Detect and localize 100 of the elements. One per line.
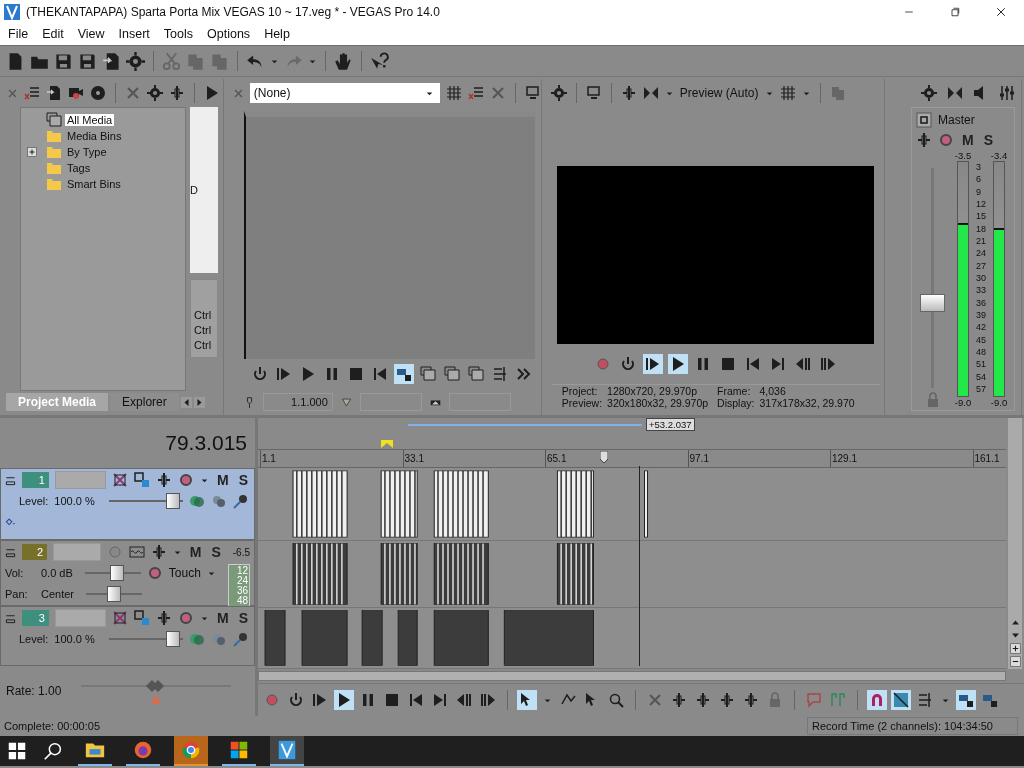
disc-icon[interactable] <box>90 85 106 101</box>
video-event[interactable] <box>556 470 594 538</box>
solo-button[interactable]: S <box>209 544 223 560</box>
monitor-icon[interactable] <box>585 85 602 101</box>
split-icon[interactable] <box>156 610 172 626</box>
effects-icon[interactable] <box>178 610 194 626</box>
play-start-icon[interactable] <box>275 366 292 382</box>
stop-icon[interactable] <box>384 692 400 708</box>
menu-item[interactable]: Options <box>201 27 259 41</box>
preview-quality-dropdown[interactable]: Preview (Auto) <box>679 86 759 100</box>
pan-crop-icon[interactable] <box>134 472 150 488</box>
media-icon[interactable] <box>467 366 484 382</box>
import-icon[interactable] <box>46 85 62 101</box>
marker-icon[interactable] <box>806 692 822 708</box>
split-icon[interactable] <box>150 544 167 560</box>
tree-item[interactable]: Tags <box>65 162 93 174</box>
browser-icon[interactable] <box>132 739 154 761</box>
zoom-icon[interactable] <box>608 692 624 708</box>
collapse-icon[interactable] <box>5 612 16 624</box>
video-event[interactable] <box>433 470 489 538</box>
split-icon[interactable] <box>916 132 932 148</box>
marker-flag-icon[interactable] <box>381 440 393 448</box>
plus-icon[interactable] <box>1009 643 1021 654</box>
pan-crop-icon[interactable] <box>134 610 150 626</box>
square-icon[interactable] <box>916 112 932 128</box>
next-frame-icon[interactable] <box>820 356 837 372</box>
automation-dropdown[interactable]: Touch <box>168 566 201 580</box>
play-start-icon[interactable] <box>645 356 662 372</box>
hand-icon[interactable] <box>334 51 353 71</box>
horizontal-scrollbar[interactable] <box>258 671 1006 681</box>
expand-icon[interactable] <box>27 147 37 157</box>
slider-handle[interactable] <box>110 565 124 581</box>
tree-item[interactable]: Media Bins <box>65 130 124 142</box>
solo-button[interactable]: S <box>981 132 995 148</box>
menu-item[interactable]: View <box>71 27 113 41</box>
split-icon[interactable] <box>743 692 759 708</box>
browser-icon[interactable] <box>180 739 202 761</box>
parent-icon[interactable] <box>232 631 249 647</box>
split-icon[interactable] <box>620 85 637 101</box>
vertical-scrollbar[interactable] <box>1008 418 1022 669</box>
list-icon[interactable] <box>467 85 484 101</box>
camera-icon[interactable] <box>68 85 84 101</box>
fader-handle[interactable] <box>920 294 946 312</box>
tree-item[interactable]: By Type <box>65 146 109 158</box>
waveform-icon[interactable] <box>128 544 145 560</box>
video-event[interactable] <box>644 470 648 538</box>
track-header[interactable]: 3 M S Level: 100.0 % <box>0 606 255 666</box>
magnet-icon[interactable] <box>869 692 885 708</box>
minus-icon[interactable] <box>1009 656 1021 667</box>
rate-handle[interactable] <box>146 680 165 704</box>
previous-frame-icon[interactable] <box>456 692 472 708</box>
list-icon[interactable] <box>24 85 40 101</box>
audio-event[interactable] <box>557 543 594 605</box>
solo-button[interactable]: S <box>236 472 250 488</box>
go-to-end-icon[interactable] <box>432 692 448 708</box>
slider-handle[interactable] <box>165 493 180 509</box>
go-to-start-icon[interactable] <box>371 366 388 382</box>
next-frame-icon[interactable] <box>480 692 496 708</box>
app-logo-icon[interactable] <box>276 739 298 761</box>
tree-item[interactable]: All Media <box>65 114 115 126</box>
effects-icon[interactable] <box>938 132 954 148</box>
split-icon[interactable] <box>671 692 687 708</box>
stop-icon[interactable] <box>347 366 364 382</box>
track-name-field[interactable] <box>54 471 106 489</box>
split-icon[interactable] <box>695 692 711 708</box>
video-event[interactable] <box>292 470 348 538</box>
media-icon[interactable] <box>443 366 460 382</box>
solo-button[interactable]: S <box>236 610 250 626</box>
tree-item[interactable]: Smart Bins <box>65 178 123 190</box>
monitor-icon[interactable] <box>524 85 541 101</box>
save-icon[interactable] <box>54 51 73 71</box>
start-icon[interactable] <box>6 740 28 762</box>
grid-icon[interactable] <box>779 85 796 101</box>
close-icon[interactable] <box>995 5 1007 18</box>
slider-handle[interactable] <box>107 586 122 602</box>
media-dropdown[interactable]: (None) <box>249 83 440 103</box>
effects-icon[interactable] <box>178 472 194 488</box>
crossfade-icon[interactable] <box>893 692 909 708</box>
track-header[interactable]: 1 M S Level: 100.0 % <box>0 468 255 540</box>
import-icon[interactable] <box>102 51 121 71</box>
playhead-icon[interactable] <box>600 451 608 463</box>
keyframe-icon[interactable] <box>5 516 16 528</box>
mute-button[interactable]: M <box>960 132 976 148</box>
bowtie-icon[interactable] <box>947 85 963 101</box>
go-to-end-icon[interactable] <box>770 356 787 372</box>
play-icon[interactable] <box>670 356 687 372</box>
play-icon[interactable] <box>336 692 352 708</box>
panel-tab[interactable]: Explorer <box>110 393 179 411</box>
help-icon[interactable] <box>370 51 389 71</box>
compositing-icon[interactable] <box>112 472 128 488</box>
ripple-icon[interactable] <box>917 692 933 708</box>
track-name-field[interactable] <box>53 543 101 561</box>
position-field[interactable]: 1.1.000 <box>262 393 333 411</box>
menu-item[interactable]: File <box>2 27 37 41</box>
bypass-icon[interactable] <box>188 493 205 509</box>
mute-button[interactable]: M <box>215 610 231 626</box>
mute-button[interactable]: M <box>187 544 204 560</box>
grid-icon[interactable] <box>445 85 462 101</box>
tiles-icon[interactable] <box>228 739 250 761</box>
track-header[interactable]: 2 M S -6.5 Vol: 0.0 dB Touch Pan: Center 12 24 36 48 <box>0 540 255 606</box>
